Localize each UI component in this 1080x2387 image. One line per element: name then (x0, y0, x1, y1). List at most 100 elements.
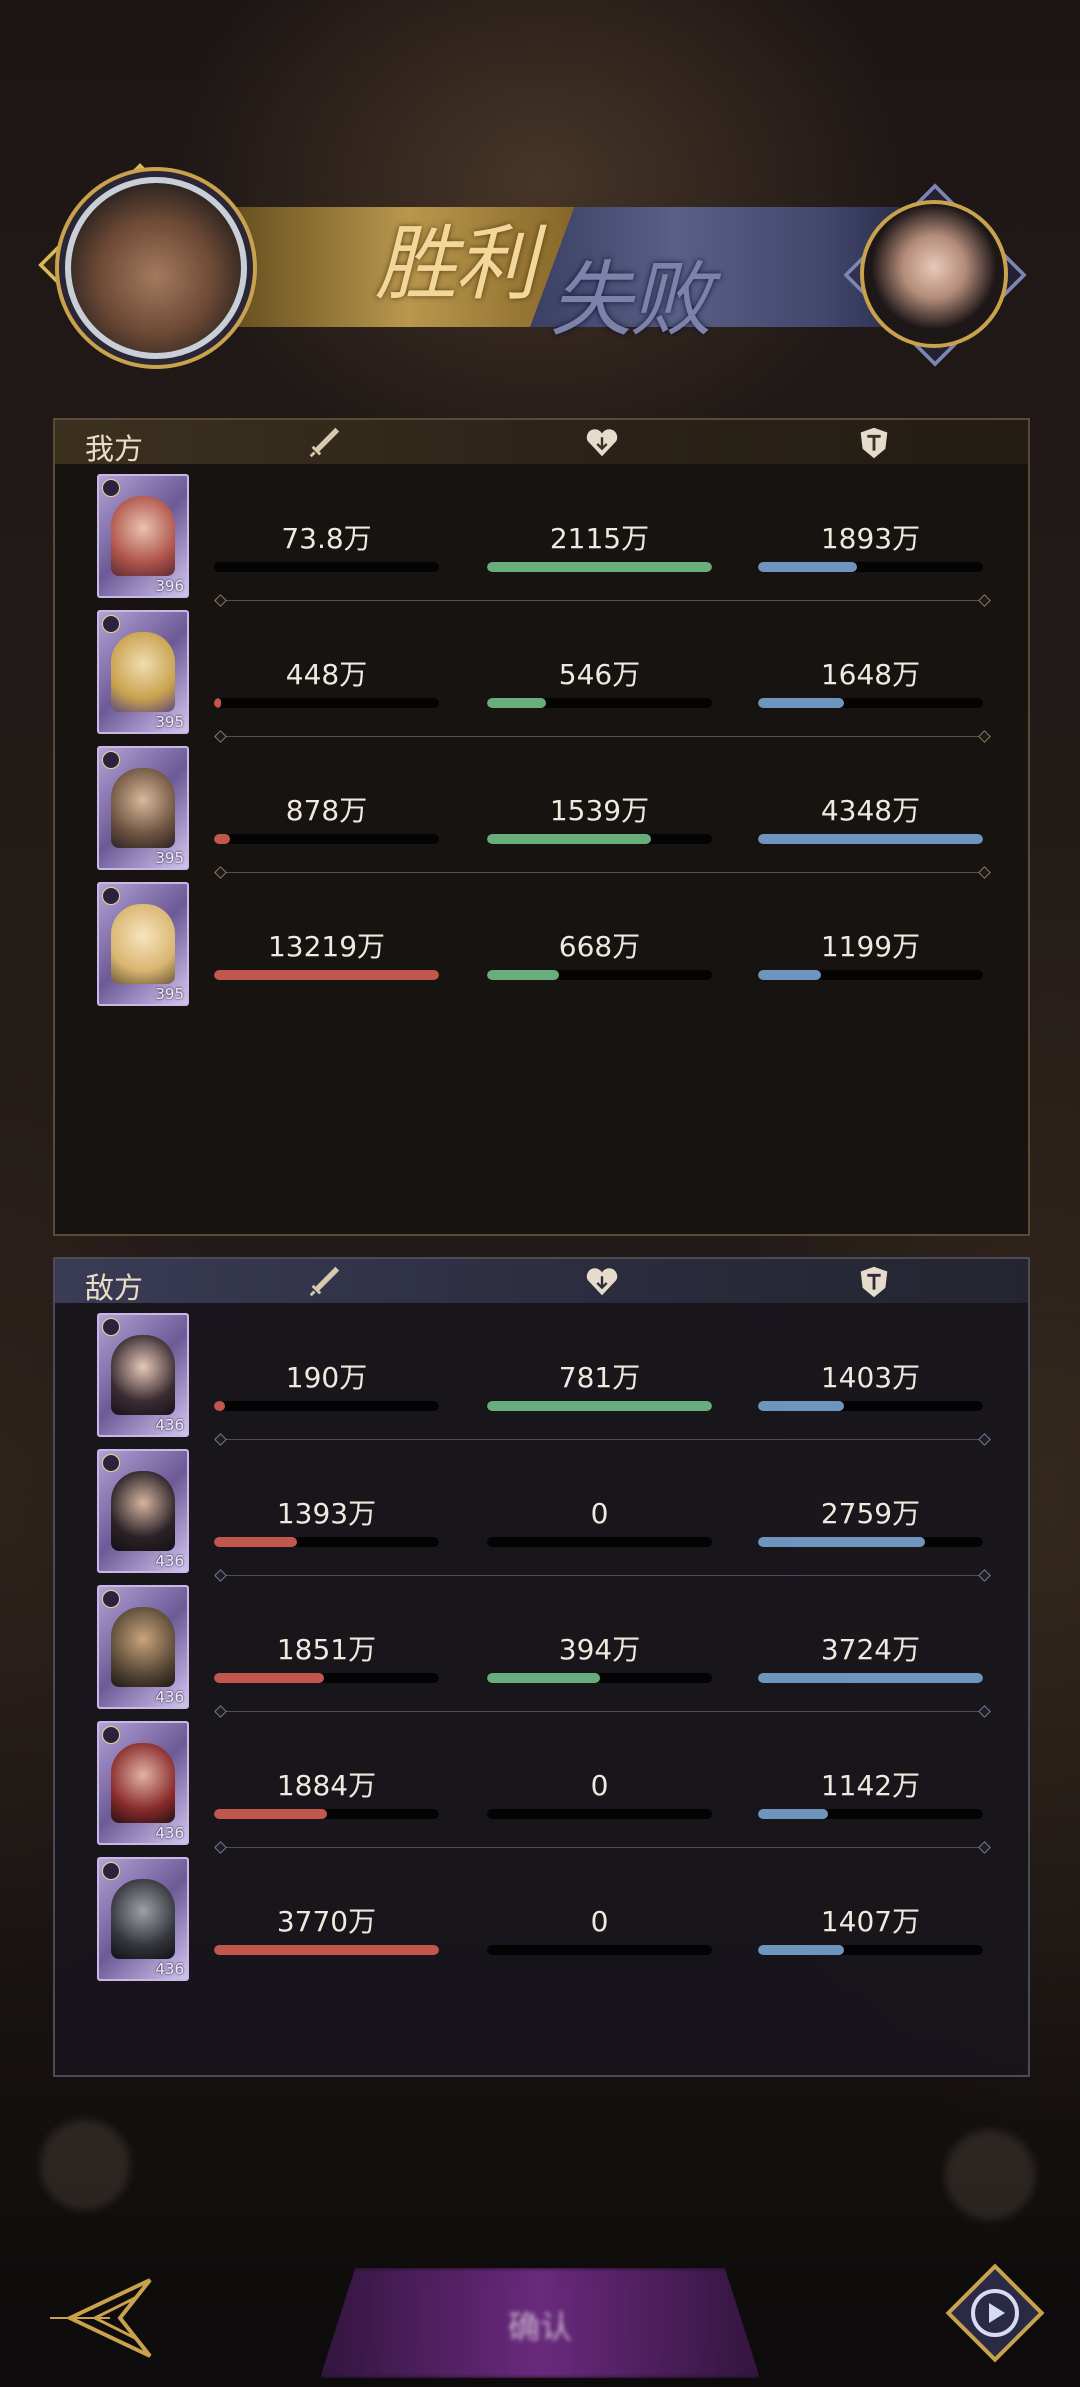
heal-stat-bar (487, 1809, 712, 1819)
tank-stat-bar-fill (758, 1673, 983, 1683)
heart-icon (586, 429, 618, 457)
hero-card[interactable]: 395 (97, 882, 189, 1006)
sword-icon (309, 1266, 340, 1297)
element-icon (102, 615, 120, 633)
replay-icon[interactable] (940, 2258, 1050, 2368)
hero-card[interactable]: 436 (97, 1449, 189, 1573)
damage-stat-value: 13219万 (267, 930, 386, 963)
heal-stat: 781万 (487, 1361, 712, 1411)
hero-card[interactable]: 395 (97, 746, 189, 870)
hero-card[interactable]: 436 (97, 1313, 189, 1437)
heal-stat-bar-fill (487, 834, 652, 844)
shield-icon (860, 1266, 888, 1298)
heal-stat: 0 (487, 1497, 712, 1547)
hero-portrait (111, 496, 175, 576)
tank-stat-bar (758, 1809, 983, 1819)
back-arrow-icon[interactable] (40, 2268, 160, 2368)
damage-stat-value: 1393万 (276, 1497, 377, 1530)
element-icon (102, 1862, 120, 1880)
heal-stat-bar (487, 1673, 712, 1683)
damage-stat-bar (214, 1809, 439, 1819)
tank-stat-bar (758, 562, 983, 572)
tank-stat-bar-fill (758, 1945, 844, 1955)
heal-stat: 394万 (487, 1633, 712, 1683)
element-icon (102, 751, 120, 769)
confirm-button-label: 确认 (507, 2308, 572, 2346)
hero-portrait (111, 1471, 175, 1551)
tank-stat-bar-fill (758, 1401, 844, 1411)
heal-stat-value: 0 (590, 1769, 609, 1802)
hero-level: 436 (155, 1416, 184, 1434)
heal-stat: 0 (487, 1769, 712, 1819)
stat-row: 395 448万 546万 1648万 (55, 608, 1028, 746)
stat-row: 436 3770万 0 1407万 (55, 1855, 1028, 1993)
heal-stat-value: 394万 (558, 1633, 641, 1666)
hero-card[interactable]: 395 (97, 610, 189, 734)
damage-stat-value: 448万 (285, 658, 368, 691)
stat-row: 436 1393万 0 2759万 (55, 1447, 1028, 1585)
damage-stat-value: 190万 (285, 1361, 368, 1394)
heal-stat: 1539万 (487, 794, 712, 844)
heal-stat-bar (487, 1945, 712, 1955)
hero-card[interactable]: 436 (97, 1857, 189, 1981)
stat-row: 436 1851万 394万 3724万 (55, 1583, 1028, 1721)
player-avatar[interactable] (65, 177, 247, 359)
hero-level: 436 (155, 1960, 184, 1978)
damage-stat-bar-fill (214, 1809, 327, 1819)
tank-stat-bar (758, 1945, 983, 1955)
tank-stat-bar (758, 970, 983, 980)
damage-stat-value: 1851万 (276, 1633, 377, 1666)
hero-level: 395 (155, 849, 184, 867)
row-divider (220, 872, 985, 873)
tank-stat-value: 4348万 (820, 794, 921, 827)
tank-stat-bar (758, 1673, 983, 1683)
damage-stat-bar-fill (214, 1401, 226, 1411)
damage-stat-bar (214, 562, 439, 572)
opponent-avatar[interactable] (860, 200, 1008, 348)
hero-card[interactable]: 436 (97, 1585, 189, 1709)
damage-stat: 1851万 (214, 1633, 439, 1683)
element-icon (102, 1726, 120, 1744)
tank-stat-bar-fill (758, 1537, 925, 1547)
damage-stat-value: 73.8万 (281, 522, 372, 555)
damage-stat-bar-fill (214, 1673, 325, 1683)
damage-stat: 878万 (214, 794, 439, 844)
left-blur-icon (40, 2120, 130, 2210)
hero-card[interactable]: 436 (97, 1721, 189, 1845)
heal-stat-value: 668万 (558, 930, 641, 963)
hero-level: 436 (155, 1824, 184, 1842)
hero-portrait (111, 904, 175, 984)
row-divider (220, 736, 985, 737)
tank-stat-bar (758, 1401, 983, 1411)
heal-stat: 0 (487, 1905, 712, 1955)
hero-card[interactable]: 396 (97, 474, 189, 598)
heal-stat-bar-fill (487, 562, 712, 572)
tank-stat-bar-fill (758, 562, 857, 572)
tank-stat: 4348万 (758, 794, 983, 844)
heal-stat-bar-fill (487, 698, 546, 708)
heal-stat-bar (487, 970, 712, 980)
damage-stat-bar (214, 1401, 439, 1411)
element-icon (102, 887, 120, 905)
damage-stat-bar-fill (214, 970, 439, 980)
damage-stat-bar (214, 1537, 439, 1547)
hero-portrait (111, 1879, 175, 1959)
damage-stat: 190万 (214, 1361, 439, 1411)
heal-stat: 668万 (487, 930, 712, 980)
panel-header: 敌方 (55, 1259, 1028, 1305)
confirm-button[interactable]: 确认 (320, 2268, 760, 2378)
heal-stat-bar (487, 1401, 712, 1411)
tank-stat-value: 1199万 (820, 930, 921, 963)
tank-stat: 1142万 (758, 1769, 983, 1819)
tank-stat-value: 1893万 (820, 522, 921, 555)
panel-title: 敌方 (85, 1271, 144, 1305)
heal-stat-bar (487, 698, 712, 708)
damage-stat-bar (214, 834, 439, 844)
tank-stat-bar-fill (758, 698, 844, 708)
damage-stat-value: 1884万 (276, 1769, 377, 1802)
tank-stat-bar (758, 698, 983, 708)
tank-stat: 1407万 (758, 1905, 983, 1955)
tank-stat-value: 3724万 (820, 1633, 921, 1666)
row-divider (220, 1575, 985, 1576)
tank-stat-value: 2759万 (820, 1497, 921, 1530)
